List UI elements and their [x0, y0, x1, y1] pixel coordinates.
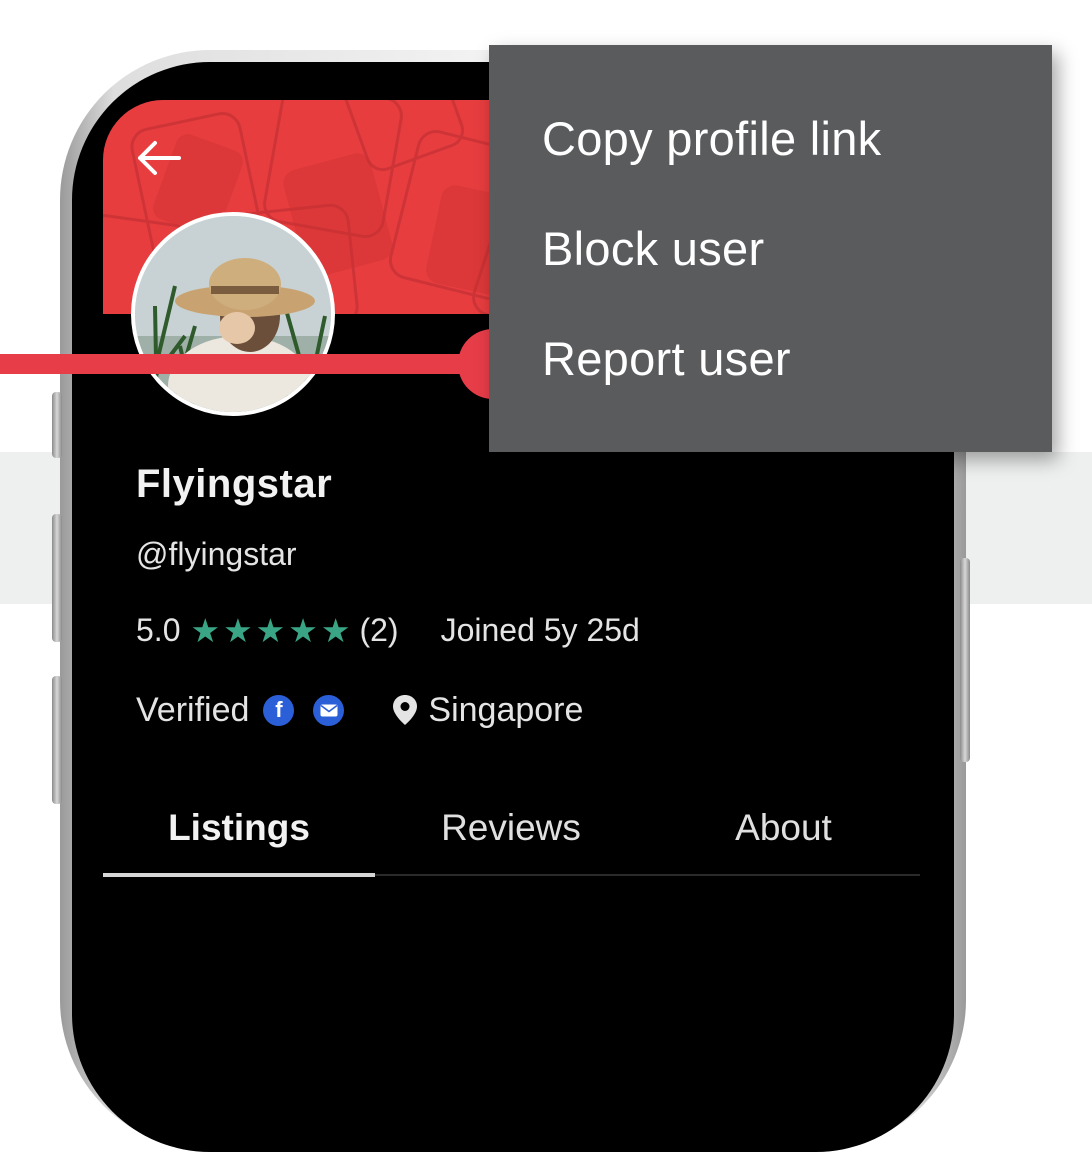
avatar[interactable]	[131, 212, 335, 416]
tab-reviews[interactable]: Reviews	[375, 782, 647, 874]
side-button-volume-down	[52, 676, 62, 804]
side-button-power	[960, 558, 970, 762]
review-count[interactable]: (2)	[359, 612, 398, 649]
envelope-glyph	[320, 704, 338, 716]
location-label: Singapore	[428, 690, 584, 729]
side-button-mute	[52, 392, 62, 458]
profile-tabs: Listings Reviews About	[103, 782, 920, 877]
menu-item-copy-profile-link[interactable]: Copy profile link	[542, 111, 881, 166]
star-icon: ★	[190, 611, 221, 649]
profile-options-menu: Copy profile link Block user Report user	[489, 45, 1052, 452]
rating-row: 5.0 ★ ★ ★ ★ ★ (2) Joined 5y 25d	[136, 608, 896, 652]
star-icon: ★	[320, 611, 351, 649]
menu-item-report-user[interactable]: Report user	[542, 331, 791, 386]
map-pin-icon	[393, 695, 418, 725]
joined-duration: Joined 5y 25d	[440, 611, 640, 648]
arrow-left-icon	[138, 141, 181, 175]
rating-value: 5.0	[136, 611, 181, 648]
star-icon: ★	[288, 611, 318, 649]
callout-line	[0, 354, 495, 374]
profile-handle: @flyingstar	[136, 536, 297, 572]
email-icon	[313, 694, 345, 726]
star-icon: ★	[223, 611, 253, 649]
back-button[interactable]	[133, 138, 189, 182]
star-rating: ★ ★ ★ ★ ★	[190, 614, 353, 647]
verification-row: Verified f Singapore	[136, 688, 896, 732]
facebook-icon: f	[263, 694, 295, 726]
side-button-volume-up	[52, 514, 62, 642]
active-tab-indicator	[103, 873, 375, 877]
menu-item-block-user[interactable]: Block user	[542, 221, 764, 276]
profile-username: Flyingstar	[136, 462, 333, 506]
tab-listings[interactable]: Listings	[103, 782, 375, 874]
avatar-photo	[135, 216, 331, 412]
tab-about[interactable]: About	[647, 782, 920, 874]
location: Singapore	[392, 691, 583, 730]
verified-label: Verified	[136, 690, 250, 729]
star-icon: ★	[255, 611, 286, 649]
